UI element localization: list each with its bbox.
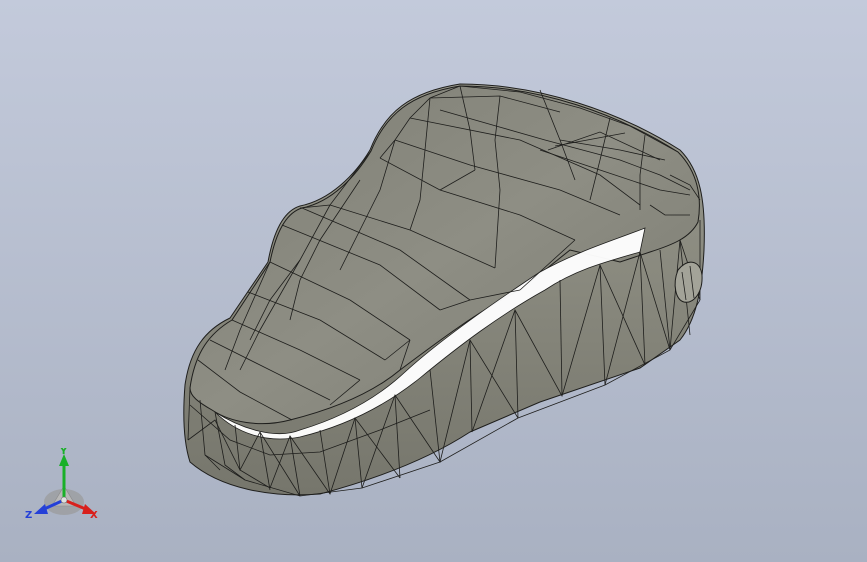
graphics-viewport[interactable]: Y X Z [0,0,867,562]
x-axis-label: X [90,510,98,521]
z-axis-label: Z [25,510,32,521]
orientation-triad[interactable]: Y X Z [22,448,106,526]
y-axis-label: Y [59,448,68,457]
triad-origin [60,496,68,504]
mesh-model[interactable] [0,0,867,562]
